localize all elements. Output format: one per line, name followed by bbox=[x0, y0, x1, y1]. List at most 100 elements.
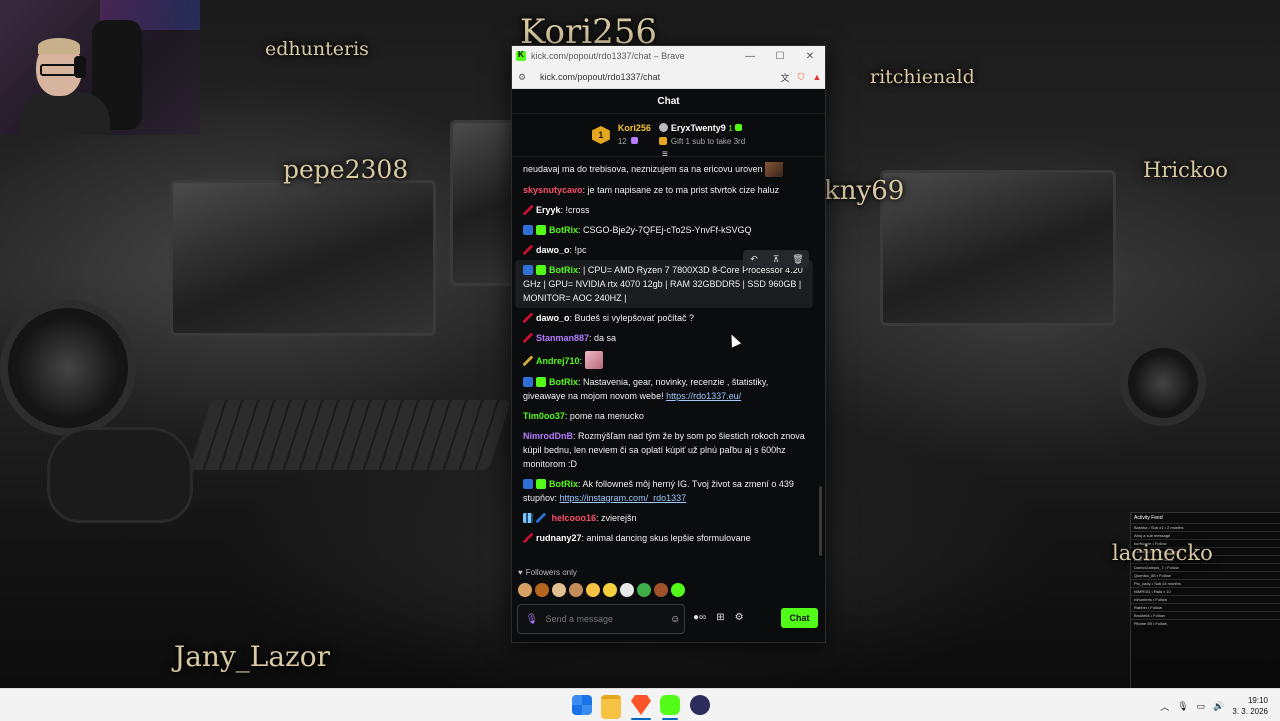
file-explorer-icon[interactable] bbox=[601, 695, 621, 719]
verified-badge-icon bbox=[536, 225, 546, 235]
window-title: kick.com/popout/rdo1337/chat – Brave bbox=[531, 51, 685, 61]
obs-app-icon[interactable] bbox=[690, 695, 710, 715]
chat-message[interactable]: Stanman887: da sa bbox=[512, 328, 817, 348]
chat-link[interactable]: https://instagram.com/_rdo1337 bbox=[560, 493, 687, 503]
chat-tools: ●∞ ⊞ ⚙ bbox=[693, 612, 744, 623]
emote-4-icon[interactable] bbox=[569, 583, 583, 597]
reply-icon[interactable]: ↶ bbox=[743, 252, 765, 266]
chat-username[interactable]: BotRix bbox=[549, 377, 578, 387]
chat-username[interactable]: BotRix bbox=[549, 479, 578, 489]
brave-rewards-icon[interactable]: ▲ bbox=[809, 72, 825, 82]
clock-date: 3. 3. 2026 bbox=[1232, 707, 1268, 716]
translate-icon[interactable]: 文 bbox=[777, 71, 793, 84]
emote-6-icon[interactable] bbox=[603, 583, 617, 597]
chat-username[interactable]: dawo_o bbox=[536, 313, 570, 323]
window-titlebar[interactable]: kick.com/popout/rdo1337/chat – Brave — ☐… bbox=[512, 46, 825, 66]
chat-username[interactable]: BotRix bbox=[549, 265, 578, 275]
chat-message[interactable]: Tim0oo37: pome na menucko bbox=[512, 406, 817, 426]
chat-message[interactable]: Eryyk: !cross bbox=[512, 200, 817, 220]
chat-username[interactable]: skysnutycavo bbox=[523, 185, 583, 195]
sub-gift-icon bbox=[734, 124, 742, 131]
kick-app-icon[interactable] bbox=[660, 695, 680, 715]
chat-message[interactable]: BotRix: Nastavenia, gear, novinky, recen… bbox=[512, 372, 817, 406]
chat-scrollbar[interactable] bbox=[819, 486, 822, 556]
send-chat-button[interactable]: Chat bbox=[781, 608, 818, 628]
chat-message[interactable]: BotRix: Ak followneš môj herný IG. Tvoj … bbox=[512, 474, 817, 508]
overlay-name-hrickoo: Hrickoo bbox=[1143, 158, 1228, 182]
emote-10-icon[interactable] bbox=[671, 583, 685, 597]
settings-gear-icon[interactable]: ⚙ bbox=[735, 612, 744, 623]
brave-shields-icon[interactable]: ⛉ bbox=[793, 72, 809, 83]
emote-8-icon[interactable] bbox=[637, 583, 651, 597]
emote-2-icon[interactable] bbox=[535, 583, 549, 597]
delete-icon[interactable]: 🗑 bbox=[787, 252, 809, 266]
verified-badge-icon bbox=[536, 479, 546, 489]
top-gifter-1[interactable]: Kori256 12 bbox=[618, 122, 651, 148]
chat-message-text: da sa bbox=[594, 333, 617, 343]
emoji-picker-icon[interactable]: ☺ bbox=[666, 614, 684, 625]
emote-5-icon[interactable] bbox=[586, 583, 600, 597]
minimize-button[interactable]: — bbox=[735, 51, 765, 62]
chat-message[interactable]: skysnutycavo: je tam napisane ze to ma p… bbox=[512, 180, 817, 200]
chat-username[interactable]: helcooo16 bbox=[552, 513, 597, 523]
gift-shop-icon[interactable]: ⊞ bbox=[716, 612, 724, 623]
emote-3-icon[interactable] bbox=[552, 583, 566, 597]
emote-7-icon[interactable] bbox=[620, 583, 634, 597]
bot-badge-icon bbox=[523, 377, 533, 387]
maximize-button[interactable]: ☐ bbox=[765, 51, 795, 62]
pin-icon[interactable]: ⊼ bbox=[765, 252, 787, 266]
chat-message[interactable]: dawo_o: Budeš si vylepšovať počítač ? bbox=[512, 308, 817, 328]
send-message-input[interactable] bbox=[541, 614, 667, 624]
top-gifter-2-name: EryxTwenty9 bbox=[670, 123, 726, 133]
chat-message[interactable]: BotRix: CSGO-Bje2y-7QFEj-cTo2S-YnvFf-kSV… bbox=[512, 220, 817, 240]
taskbar: ︿ 🎙 ▭ 🔊 19:10 3. 3. 2026 bbox=[0, 688, 1280, 721]
chat-username[interactable]: NimrodDnB bbox=[523, 431, 573, 441]
chat-username[interactable]: Tim0oo37 bbox=[523, 411, 565, 421]
chat-message[interactable]: helcooo16: zvierejšn bbox=[512, 508, 817, 528]
activity-feed-row: Brukleti4 • Follow bbox=[1131, 611, 1280, 619]
emote-1-icon[interactable] bbox=[518, 583, 532, 597]
chat-message-list[interactable]: neudavaj ma do trebisova, neznizujem sa … bbox=[512, 162, 817, 562]
kicks-icon[interactable]: ●∞ bbox=[693, 612, 706, 623]
collapse-gifters-icon[interactable]: ≡ bbox=[662, 149, 668, 160]
chat-username[interactable]: Andrej710 bbox=[536, 356, 580, 366]
tray-volume-icon[interactable]: 🔊 bbox=[1213, 701, 1224, 712]
face-emote-icon bbox=[765, 162, 784, 177]
chat-message[interactable]: rudnany27: animal dancing skus lepšie sf… bbox=[512, 528, 817, 548]
chat-username[interactable]: Eryyk bbox=[536, 205, 561, 215]
bg-monitor-left bbox=[170, 180, 436, 336]
chat-link[interactable]: https://rdo1337.eu/ bbox=[666, 391, 741, 401]
windows-start-icon[interactable] bbox=[572, 695, 592, 715]
url-field[interactable]: kick.com/popout/rdo1337/chat bbox=[532, 72, 777, 82]
chat-message[interactable]: Andrej710: bbox=[512, 348, 817, 372]
bg-controller bbox=[50, 430, 190, 520]
gift-sub-cta[interactable]: Gift 1 sub to take 3rd bbox=[671, 137, 745, 146]
verified-badge-icon bbox=[536, 377, 546, 387]
close-button[interactable]: ✕ bbox=[795, 51, 825, 62]
chat-username[interactable]: rudnany27 bbox=[536, 533, 582, 543]
overlay-name-pepe2308: pepe2308 bbox=[283, 155, 409, 184]
chat-message-hovered[interactable]: ↶ ⊼ 🗑 BotRix: | CPU= AMD Ryzen 7 7800X3D… bbox=[515, 250, 813, 308]
subscriber-badge-icon bbox=[523, 513, 533, 523]
top-gifter-1-count: 12 bbox=[617, 137, 627, 146]
emote-9-icon[interactable] bbox=[654, 583, 668, 597]
rank-2-icon bbox=[658, 123, 668, 132]
site-settings-icon[interactable]: ⚙ bbox=[518, 72, 532, 83]
activity-feed-row: Ahoj a sub message bbox=[1131, 531, 1280, 539]
tray-network-icon[interactable]: ▭ bbox=[1197, 701, 1206, 712]
chat-username[interactable]: dawo_o bbox=[536, 245, 570, 255]
taskbar-clock[interactable]: 19:10 3. 3. 2026 bbox=[1232, 695, 1268, 717]
brave-browser-icon[interactable] bbox=[631, 695, 651, 715]
chat-username[interactable]: BotRix bbox=[549, 225, 578, 235]
chat-message[interactable]: neudavaj ma do trebisova, neznizujem sa … bbox=[512, 162, 817, 180]
tray-chevron-icon[interactable]: ︿ bbox=[1160, 700, 1169, 713]
chat-message[interactable]: NimrodDnB: Rozmýšľam nad tým že by som p… bbox=[512, 426, 817, 474]
webcam-headphones bbox=[74, 56, 86, 78]
sword-badge-icon bbox=[523, 533, 533, 543]
bg-speaker-left bbox=[0, 300, 136, 436]
bg-monitor-mid bbox=[450, 120, 516, 286]
tray-mic-icon[interactable]: 🎙 bbox=[1177, 701, 1188, 712]
chat-username[interactable]: Stanman887 bbox=[536, 333, 589, 343]
top-gifter-2[interactable]: EryxTwenty9 1 Gift 1 sub to take 3rd bbox=[658, 122, 745, 148]
microphone-icon[interactable]: 🎙 bbox=[522, 614, 541, 625]
